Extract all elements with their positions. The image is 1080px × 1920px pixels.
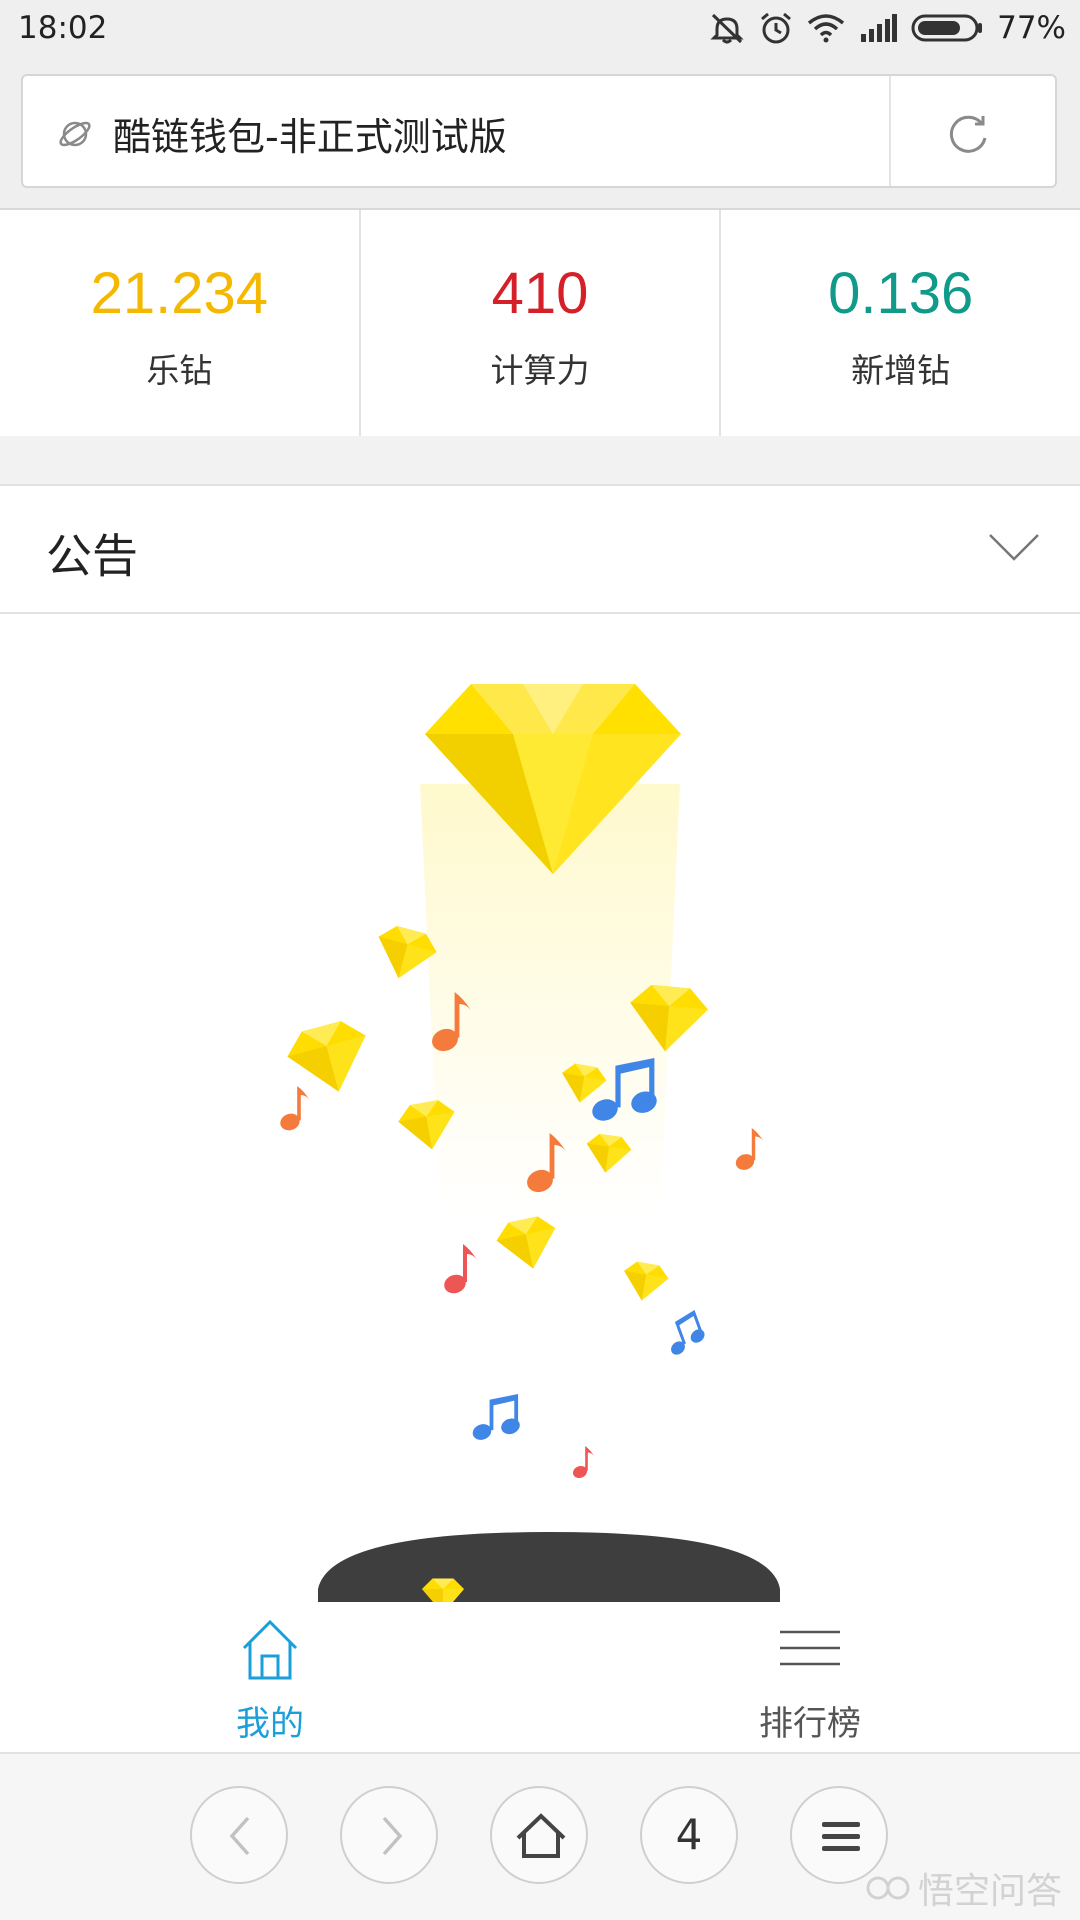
stat-new-diamonds: 0.136 新增钻 (719, 210, 1080, 436)
wifi-icon (807, 14, 845, 43)
chevron-down-icon[interactable] (988, 532, 1040, 562)
page-title[interactable]: 酷链钱包-非正式测试版 (113, 106, 507, 161)
stat-label: 计算力 (490, 351, 590, 390)
watermark-text: 悟空问答 (917, 1871, 1062, 1912)
tab-count: 4 (675, 1810, 703, 1859)
back-button[interactable] (190, 1786, 288, 1884)
home-button[interactable] (490, 1786, 588, 1884)
announcement-title: 公告 (46, 529, 138, 583)
tab-label: 排行榜 (759, 1704, 861, 1744)
diamond-illustration[interactable] (0, 614, 1080, 1602)
menu-lines-icon (780, 1630, 840, 1666)
browser-toolbar: 酷链钱包-非正式测试版 (0, 60, 1080, 210)
stat-value: 0.136 (828, 261, 974, 326)
stat-computing-power: 410 计算力 (358, 210, 720, 436)
forward-button[interactable] (340, 1786, 438, 1884)
address-bar[interactable]: 酷链钱包-非正式测试版 (21, 74, 1057, 188)
mining-illustration-area (0, 614, 1080, 1602)
mute-icon (710, 13, 744, 44)
home-icon (516, 1813, 566, 1858)
refresh-icon[interactable] (943, 108, 993, 158)
back-icon (229, 1816, 250, 1856)
stat-label: 乐钻 (146, 351, 213, 390)
address-divider (889, 76, 891, 186)
stat-label: 新增钻 (851, 351, 951, 390)
battery-icon (911, 14, 983, 42)
stats-panel: 21.234 乐钻 410 计算力 0.136 新增钻 (0, 210, 1080, 436)
forward-icon (382, 1816, 403, 1856)
alarm-icon (761, 12, 792, 44)
status-bar: 18:02 77% (0, 0, 1080, 60)
status-icons: 77% (709, 10, 1066, 46)
tab-leaderboard[interactable]: 排行榜 (660, 1602, 960, 1752)
tabs-button[interactable]: 4 (640, 1786, 738, 1884)
planet-icon (59, 121, 91, 147)
stat-ledian: 21.234 乐钻 (0, 210, 359, 436)
battery-percent: 77% (997, 10, 1066, 46)
signal-icon (861, 14, 898, 42)
tab-mine[interactable]: 我的 (120, 1602, 420, 1752)
wukong-logo-icon (866, 1876, 910, 1900)
bottom-tab-bar: 我的 排行榜 (0, 1602, 1080, 1754)
tab-label: 我的 (236, 1704, 304, 1744)
status-time: 18:02 (18, 10, 108, 46)
stat-value: 410 (491, 261, 589, 326)
home-icon (242, 1619, 298, 1680)
watermark: 悟空问答 (866, 1862, 1062, 1914)
stat-value: 21.234 (90, 261, 269, 326)
announcement-bar[interactable]: 公告 (0, 484, 1080, 614)
